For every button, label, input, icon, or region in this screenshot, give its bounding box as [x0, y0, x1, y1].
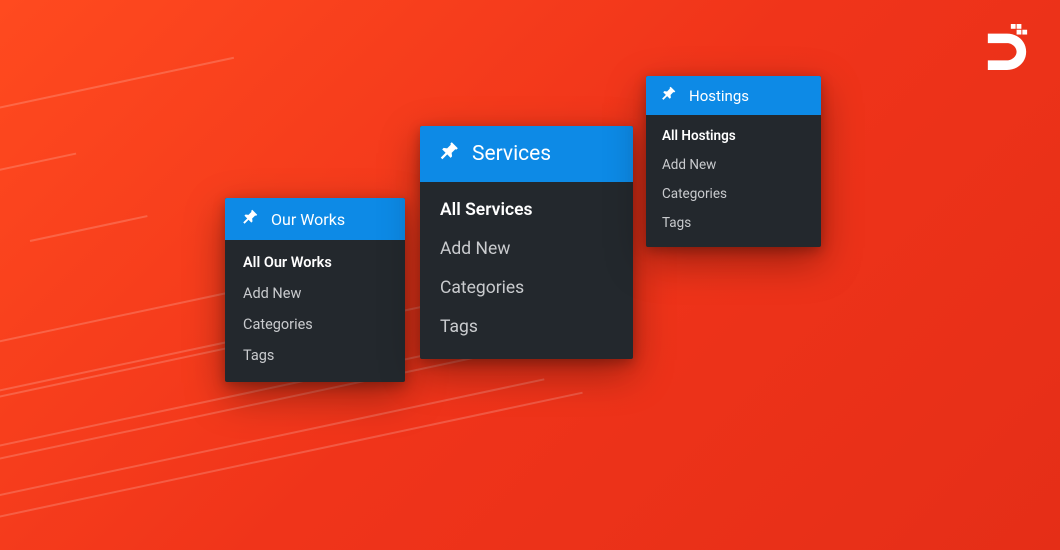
menu-header[interactable]: Services — [420, 126, 633, 182]
menu-item-tags[interactable]: Tags — [243, 347, 387, 364]
menu-item-categories[interactable]: Categories — [662, 186, 805, 202]
pin-icon — [241, 208, 259, 230]
menu-header[interactable]: Our Works — [225, 198, 405, 240]
menu-item-tags[interactable]: Tags — [440, 317, 613, 337]
menu-item-categories[interactable]: Categories — [243, 316, 387, 333]
menu-item-categories[interactable]: Categories — [440, 278, 613, 298]
menu-panel-services: Services All Services Add New Categories… — [420, 126, 633, 359]
stage: Our Works All Our Works Add New Categori… — [0, 0, 1060, 550]
menu-item-all[interactable]: All Our Works — [243, 254, 387, 271]
menu-body: All Our Works Add New Categories Tags — [225, 240, 405, 382]
menu-body: All Services Add New Categories Tags — [420, 182, 633, 359]
panels-container: Our Works All Our Works Add New Categori… — [0, 0, 1060, 550]
menu-body: All Hostings Add New Categories Tags — [646, 115, 821, 247]
menu-item-all[interactable]: All Hostings — [662, 128, 805, 144]
pin-icon — [660, 85, 677, 106]
menu-item-add-new[interactable]: Add New — [243, 285, 387, 302]
menu-title: Hostings — [689, 87, 749, 105]
menu-item-tags[interactable]: Tags — [662, 215, 805, 231]
menu-panel-our-works: Our Works All Our Works Add New Categori… — [225, 198, 405, 382]
menu-item-add-new[interactable]: Add New — [662, 157, 805, 173]
pin-icon — [438, 140, 460, 168]
menu-title: Services — [472, 142, 551, 166]
menu-title: Our Works — [271, 210, 345, 229]
menu-item-add-new[interactable]: Add New — [440, 239, 613, 259]
menu-panel-hostings: Hostings All Hostings Add New Categories… — [646, 76, 821, 247]
menu-header[interactable]: Hostings — [646, 76, 821, 115]
menu-item-all[interactable]: All Services — [440, 200, 613, 220]
